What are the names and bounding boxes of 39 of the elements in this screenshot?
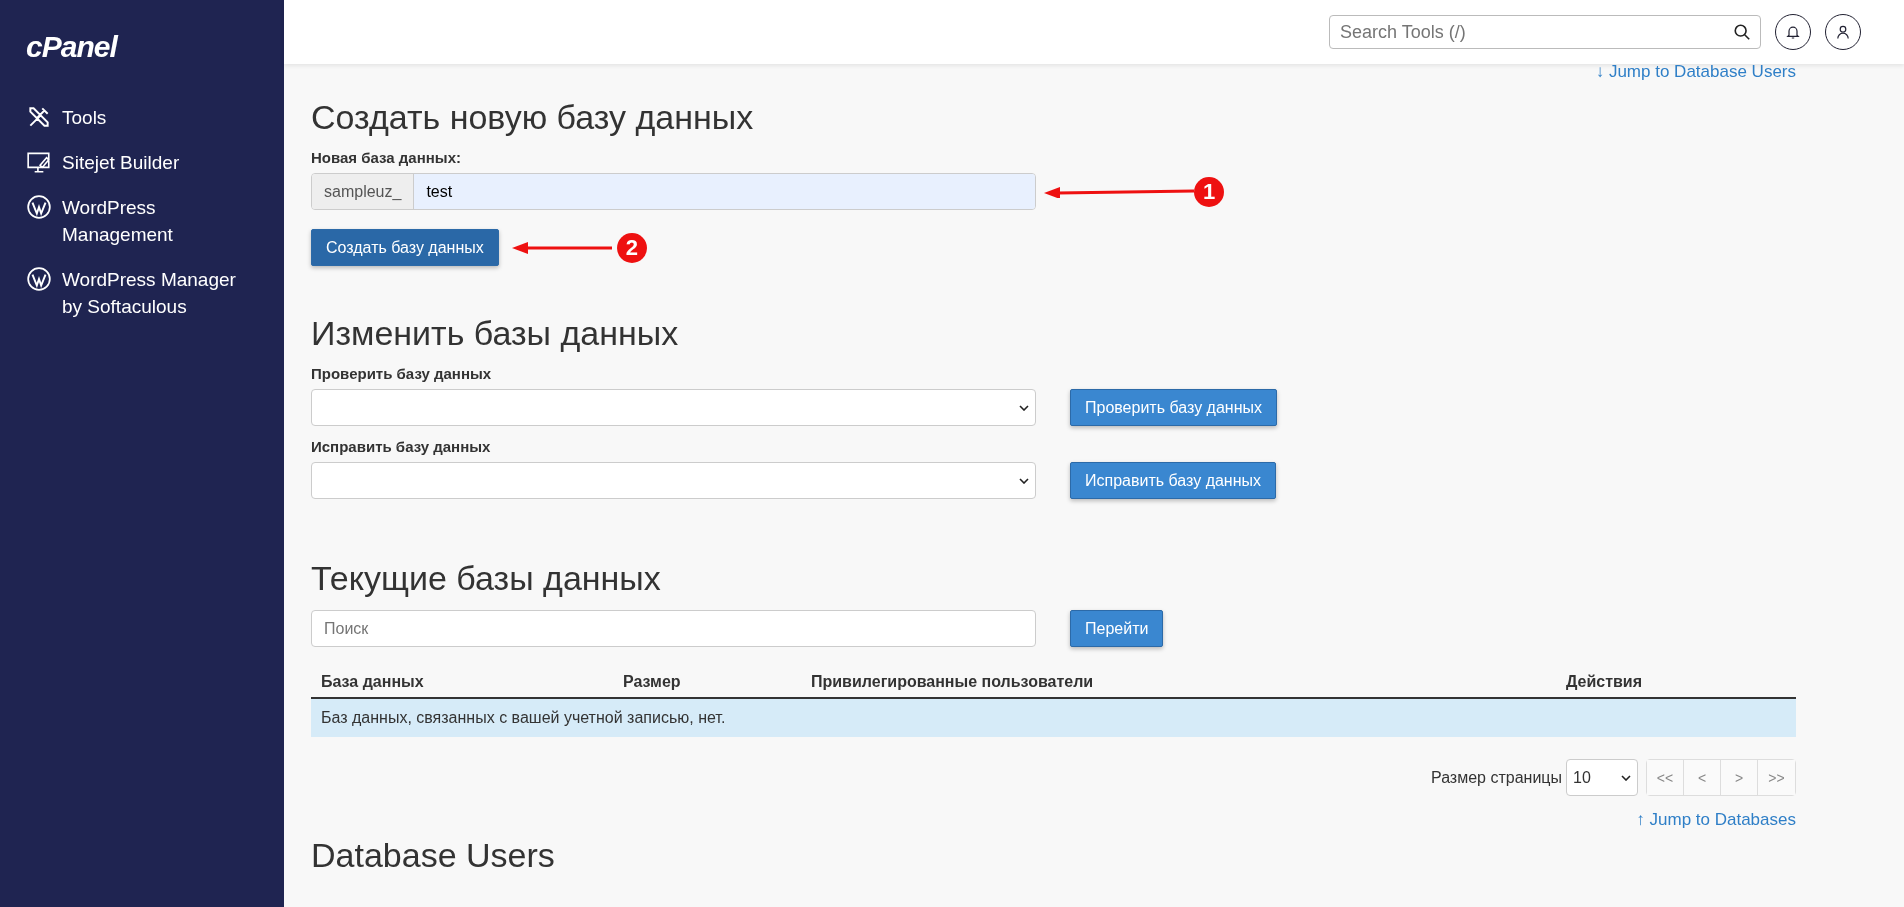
user-button[interactable] <box>1825 14 1861 50</box>
caret-icon <box>1019 404 1029 411</box>
field-label: Новая база данных: <box>311 149 462 166</box>
page-size-label: Размер страницы <box>1431 768 1562 787</box>
wordpress-icon <box>26 266 52 292</box>
section-title: Изменить базы данных <box>311 314 680 353</box>
jump-link[interactable]: ↑ Jump to Databases <box>1636 810 1796 830</box>
caret-icon <box>1621 774 1631 781</box>
section-title: Database Users <box>311 836 556 875</box>
page-size-select[interactable]: 10 <box>1566 759 1638 796</box>
page-button[interactable]: << <box>1647 760 1684 795</box>
sidebar-item[interactable]: Tools <box>26 104 258 131</box>
action-button[interactable]: Исправить базу данных <box>1070 462 1277 499</box>
database-name-field[interactable]: sampleuz_ test <box>311 173 1036 210</box>
section-title: Текущие базы данных <box>311 559 662 598</box>
field-label: Проверить базу данных <box>311 365 493 382</box>
jump-link[interactable]: ↓ Jump to Database Users <box>1595 62 1796 82</box>
bell-icon <box>1785 24 1801 40</box>
user-icon <box>1835 24 1851 40</box>
go-button[interactable]: Перейти <box>1070 610 1164 647</box>
annotation-number: 2 <box>616 232 647 263</box>
sidebar-item[interactable]: WordPress Management <box>26 194 258 248</box>
field-label: Исправить базу данных <box>311 438 492 455</box>
notifications-button[interactable] <box>1775 14 1811 50</box>
caret-icon <box>1019 477 1029 484</box>
sidebar-item[interactable]: Sitejet Builder <box>26 149 258 176</box>
annotation-number: 1 <box>1194 176 1224 207</box>
create-database-button[interactable]: Создать базу данных <box>311 229 499 266</box>
tools-icon <box>26 104 52 130</box>
search-icon <box>1733 23 1751 41</box>
action-button[interactable]: Проверить базу данных <box>1070 389 1277 426</box>
wordpress-icon <box>26 194 52 220</box>
section-title: Создать новую базу данных <box>311 98 755 137</box>
search-field[interactable]: Search Tools (/) <box>1329 15 1761 49</box>
logo[interactable]: cPanel <box>26 30 117 64</box>
sidebar-item[interactable]: WordPress Manager by Softaculous <box>26 266 258 320</box>
arrow-icon <box>1044 185 1194 198</box>
search-field[interactable]: Поиск <box>311 610 1036 647</box>
empty-message: Баз данных, связанных с вашей учетной записью, нет. <box>311 698 1796 737</box>
